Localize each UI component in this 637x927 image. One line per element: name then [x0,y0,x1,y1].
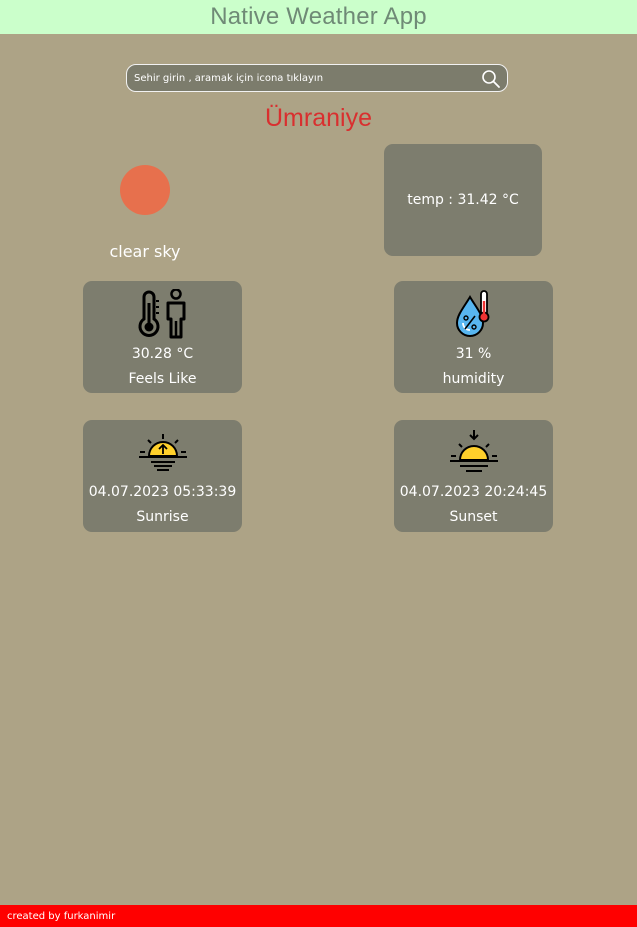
sunset-value: 04.07.2023 20:24:45 [399,484,548,500]
humidity-icon [454,289,494,343]
weather-description: clear sky [109,242,181,261]
humidity-card: 31 % humidity [394,281,553,393]
sunrise-icon [137,432,189,478]
sunrise-label: Sunrise [136,509,189,525]
humidity-label: humidity [442,371,505,387]
search-input[interactable] [134,68,479,88]
feels-like-card: 30.28 °C Feels Like [83,281,242,393]
feels-like-label: Feels Like [128,371,197,387]
sun-icon [120,165,170,215]
sunset-card: 04.07.2023 20:24:45 Sunset [394,420,553,532]
feels-like-value: 30.28 °C [131,346,194,362]
sunrise-card: 04.07.2023 05:33:39 Sunrise [83,420,242,532]
footer-credit: created by furkanimir [7,910,116,922]
city-name: Ümraniye [265,104,372,132]
sunset-label: Sunset [449,509,498,525]
temperature-value: temp : 31.42 °C [407,192,519,208]
temperature-card: temp : 31.42 °C [384,144,542,256]
sunset-icon [448,428,500,480]
app-title: Native Weather App [210,3,427,30]
search-icon[interactable] [481,69,501,89]
app-header: Native Weather App [0,0,637,34]
humidity-value: 31 % [455,346,492,362]
search-bar [126,64,508,92]
feels-like-icon [136,288,190,345]
sunrise-value: 04.07.2023 05:33:39 [88,484,237,500]
footer-bar: created by furkanimir [0,905,637,927]
